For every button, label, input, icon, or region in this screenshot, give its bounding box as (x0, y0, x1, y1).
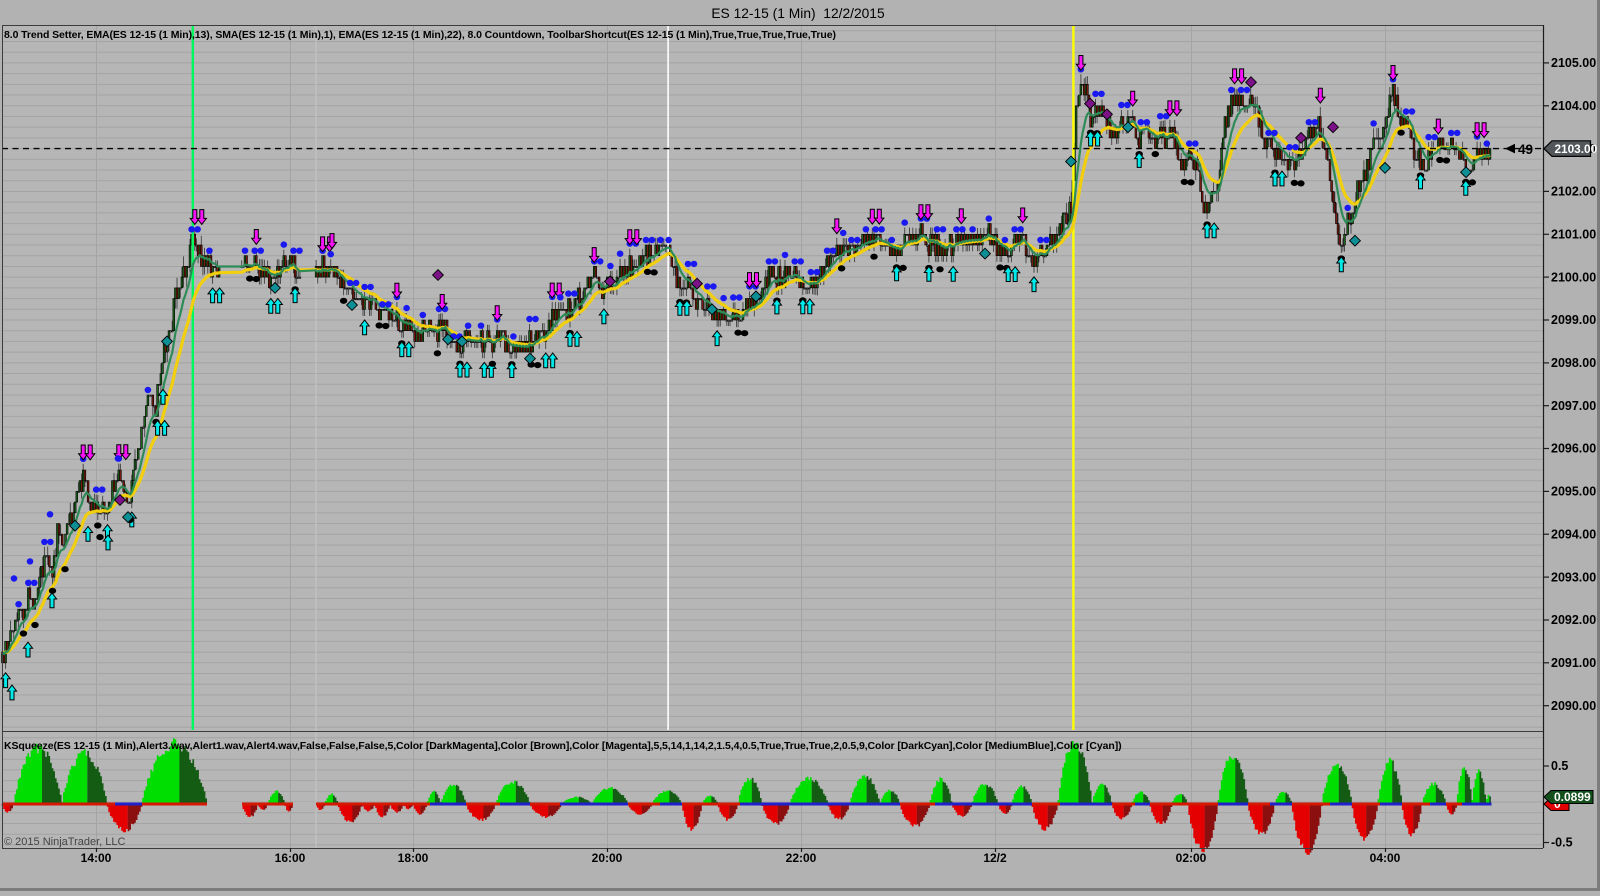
svg-text:ES 12-15 (1 Min) 12/2/2015: ES 12-15 (1 Min) 12/2/2015 (711, 6, 885, 21)
svg-text:04:00: 04:00 (1370, 851, 1401, 865)
svg-text:2095.00: 2095.00 (1551, 485, 1596, 499)
svg-text:KSqueeze(ES 12-15 (1 Min),Aler: KSqueeze(ES 12-15 (1 Min),Alert3.wav,Ale… (4, 740, 1122, 752)
svg-text:8.0 Trend Setter, EMA(ES 12-15: 8.0 Trend Setter, EMA(ES 12-15 (1 Min),1… (4, 29, 836, 41)
svg-text:2093.00: 2093.00 (1551, 570, 1596, 584)
svg-text:2092.00: 2092.00 (1551, 613, 1596, 627)
svg-text:2098.00: 2098.00 (1551, 356, 1596, 370)
svg-text:14:00: 14:00 (81, 851, 112, 865)
svg-text:-0.5: -0.5 (1551, 836, 1573, 850)
svg-text:2101.00: 2101.00 (1551, 228, 1596, 242)
svg-text:20:00: 20:00 (592, 851, 623, 865)
svg-text:2091.00: 2091.00 (1551, 656, 1596, 670)
svg-text:2099.00: 2099.00 (1551, 313, 1596, 327)
svg-text:22:00: 22:00 (786, 851, 817, 865)
svg-text:2094.00: 2094.00 (1551, 528, 1596, 542)
svg-text:2097.00: 2097.00 (1551, 399, 1596, 413)
svg-text:2102.00: 2102.00 (1551, 185, 1596, 199)
svg-text:2104.00: 2104.00 (1551, 99, 1596, 113)
svg-text:0.5: 0.5 (1551, 759, 1568, 773)
svg-text:18:00: 18:00 (398, 851, 429, 865)
svg-text:2100.00: 2100.00 (1551, 270, 1596, 284)
svg-text:12/2: 12/2 (983, 851, 1007, 865)
svg-text:49: 49 (1518, 142, 1533, 157)
svg-text:2103.00: 2103.00 (1555, 142, 1598, 156)
svg-text:02:00: 02:00 (1176, 851, 1207, 865)
svg-text:16:00: 16:00 (275, 851, 306, 865)
svg-text:2090.00: 2090.00 (1551, 699, 1596, 713)
svg-text:2096.00: 2096.00 (1551, 442, 1596, 456)
svg-text:0.0899: 0.0899 (1554, 790, 1591, 804)
svg-text:© 2015 NinjaTrader, LLC: © 2015 NinjaTrader, LLC (4, 836, 125, 848)
svg-text:2105.00: 2105.00 (1551, 56, 1596, 70)
